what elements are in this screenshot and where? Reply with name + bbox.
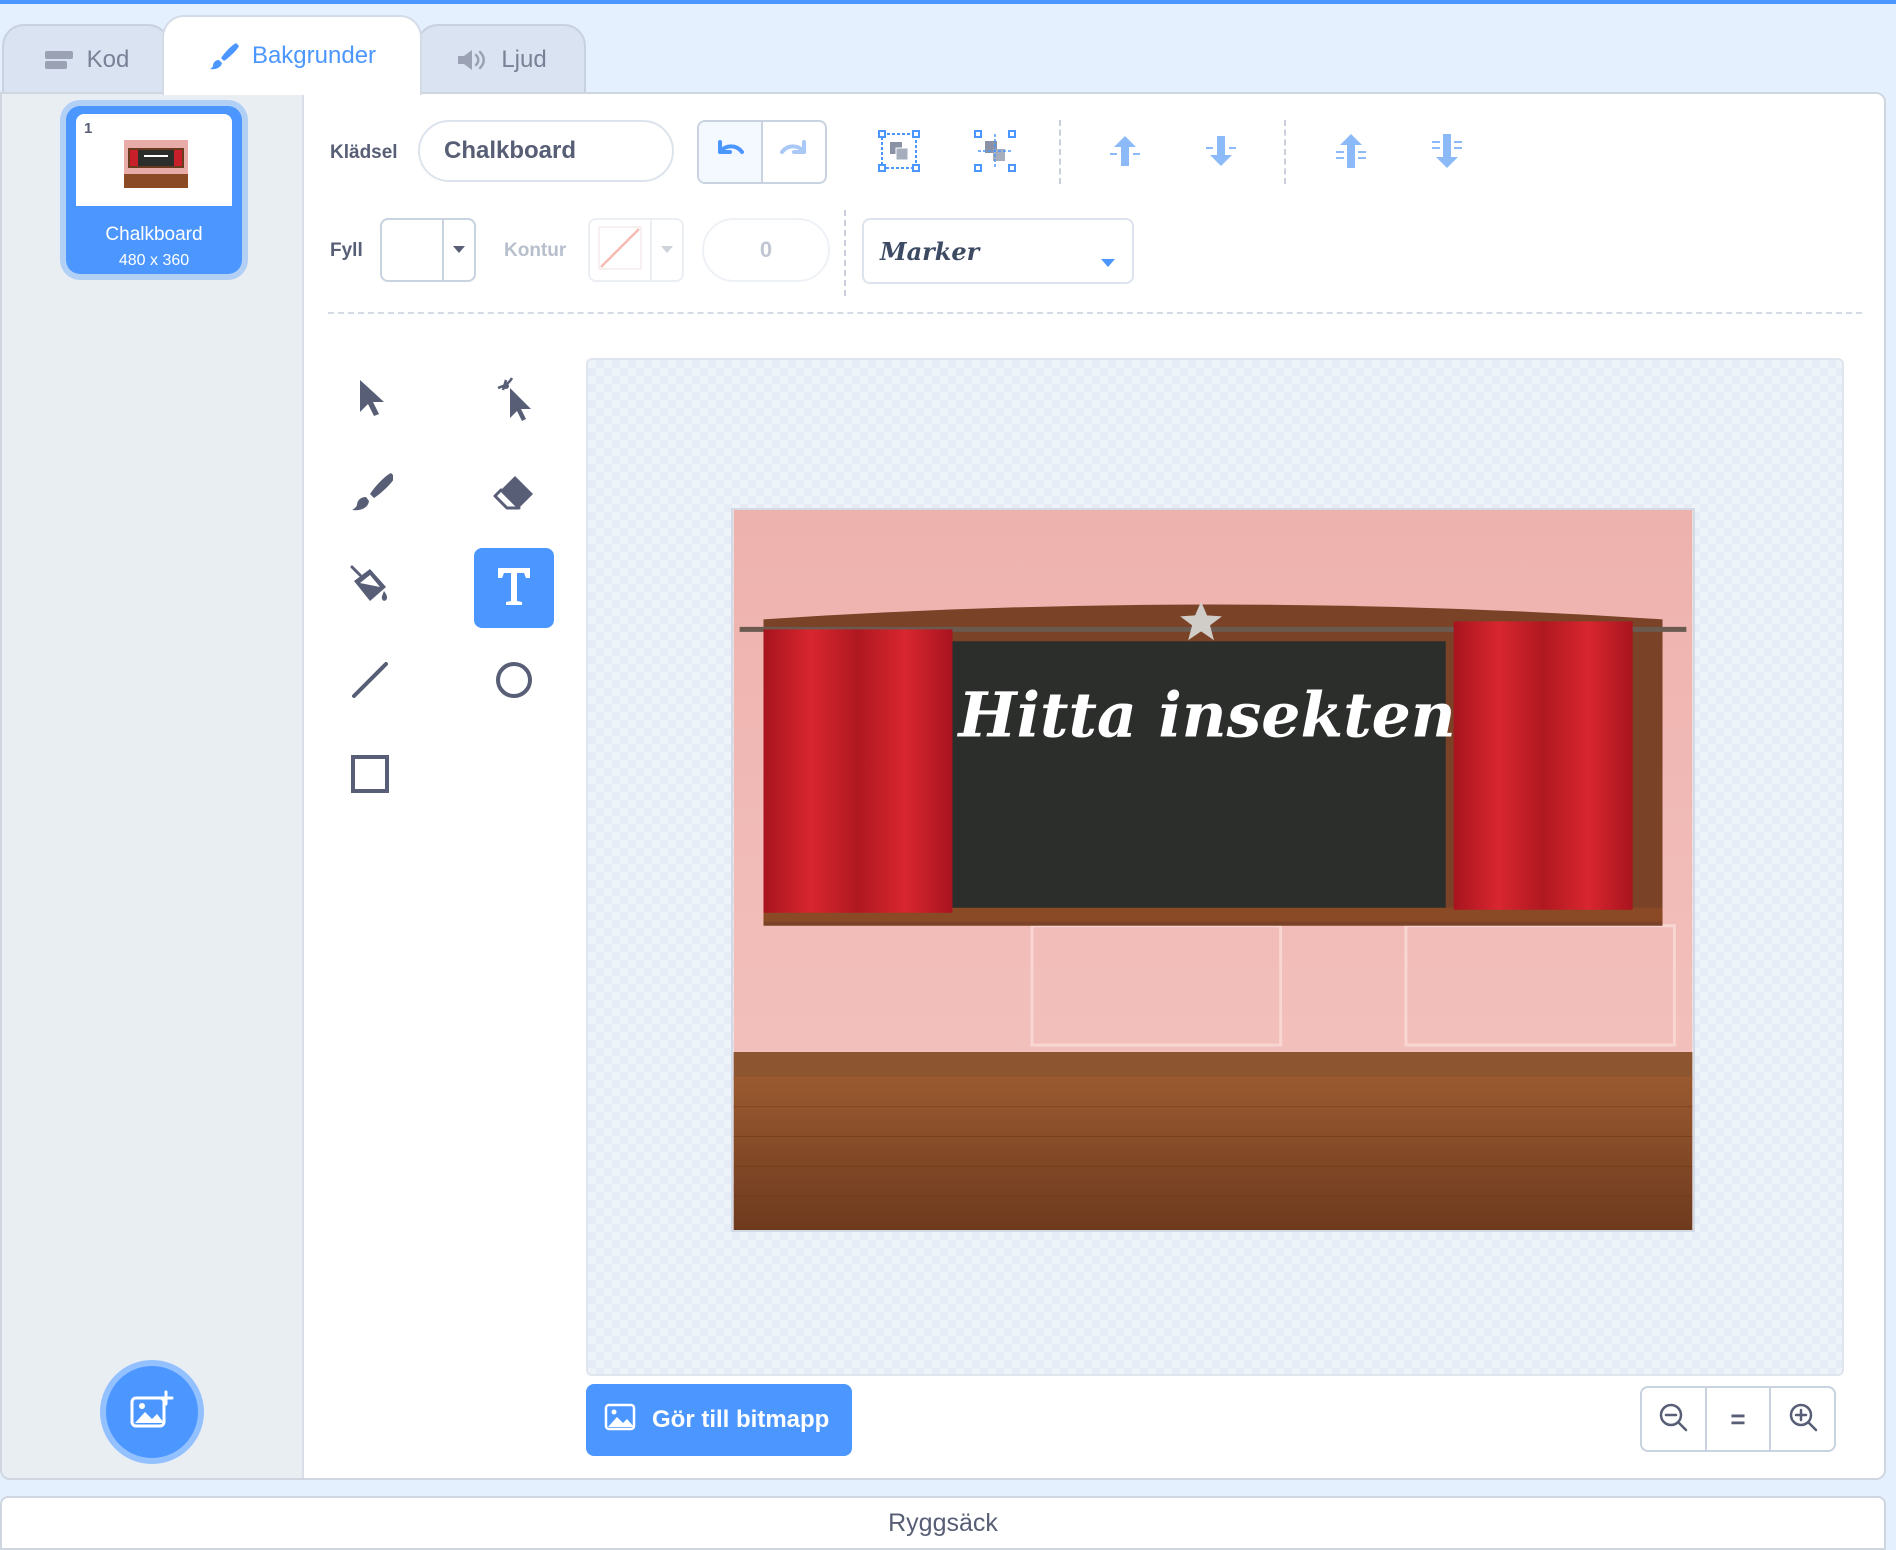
font-select[interactable]: Marker (862, 218, 1134, 284)
line-icon (348, 658, 392, 707)
costume-name-input[interactable]: Chalkboard (418, 120, 674, 182)
ungroup-icon (974, 129, 1016, 177)
top-accent-bar (0, 0, 1896, 4)
tab-sounds-label: Ljud (501, 46, 547, 73)
toolbar-divider (328, 312, 1862, 314)
tab-backdrops-label: Bakgrunder (251, 42, 377, 69)
backward-icon (1200, 130, 1242, 177)
redo-icon (778, 138, 810, 167)
fill-color-picker[interactable] (380, 218, 476, 282)
brush-tool[interactable] (330, 454, 410, 534)
reshape-tool[interactable] (474, 360, 554, 440)
fill-bucket-icon (346, 563, 394, 614)
convert-to-bitmap-button[interactable]: Gör till bitmapp (586, 1384, 852, 1456)
front-icon (1330, 130, 1372, 177)
undo-redo-group (697, 120, 827, 184)
fill-dropdown[interactable] (442, 220, 474, 280)
group-button[interactable] (874, 128, 924, 178)
rectangle-icon (348, 752, 392, 801)
speaker-icon (455, 47, 489, 73)
fill-tool[interactable] (330, 548, 410, 628)
front-button[interactable] (1326, 128, 1376, 178)
paint-canvas[interactable]: Hitta insekten (586, 358, 1844, 1376)
tab-code[interactable]: Kod (2, 24, 170, 94)
font-select-value: Marker (880, 236, 980, 266)
forward-button[interactable] (1100, 128, 1150, 178)
zoom-reset-label: = (1730, 1403, 1746, 1434)
text-icon (494, 564, 534, 613)
image-icon (604, 1403, 636, 1438)
eraser-tool[interactable] (474, 454, 554, 534)
backdrop-name: Chalkboard (105, 224, 203, 245)
tab-sounds[interactable]: Ljud (416, 24, 586, 94)
fill-label: Fyll (330, 240, 363, 261)
select-icon (350, 376, 390, 425)
zoom-in-button[interactable] (1771, 1388, 1834, 1450)
backdrop-item[interactable]: 1 Chalkboard 480 x 360 (66, 106, 242, 274)
zoom-out-icon (1658, 1402, 1688, 1437)
zoom-controls: = (1640, 1386, 1836, 1452)
fill-color-swatch (382, 220, 442, 280)
tab-backdrops[interactable]: Bakgrunder (162, 15, 422, 95)
outline-width-input[interactable]: 0 (702, 218, 830, 282)
editor-frame: 1 Chalkboard 480 x 360 Klädsel Chalkboar… (0, 92, 1886, 1480)
toolbar-separator-2 (1284, 120, 1286, 184)
backdrop-selector: 1 Chalkboard 480 x 360 (2, 94, 304, 1478)
back-icon (1426, 130, 1468, 177)
back-button[interactable] (1422, 128, 1472, 178)
caret-down-icon (452, 241, 466, 259)
convert-to-bitmap-label: Gör till bitmapp (652, 1406, 830, 1433)
rectangle-tool[interactable] (330, 736, 410, 816)
tab-code-label: Kod (86, 46, 130, 73)
caret-down-icon (1100, 246, 1116, 275)
brush-icon (347, 470, 395, 519)
group-icon (878, 129, 920, 177)
forward-icon (1104, 130, 1146, 177)
toolbar-separator (1059, 120, 1061, 184)
paint-editor: Klädsel Chalkboard Fyll Kontur 0 Marker … (304, 94, 1884, 1478)
canvas-heading-text: Hitta insekten (956, 679, 1455, 752)
backdrop-thumbnail-image (124, 140, 188, 188)
backdrop-size: 480 x 360 (118, 252, 190, 269)
zoom-out-button[interactable] (1642, 1388, 1707, 1450)
paintbrush-icon (208, 40, 240, 72)
backdrop-image: Hitta insekten (731, 508, 1695, 1232)
add-backdrop-button[interactable] (100, 1360, 204, 1464)
undo-button[interactable] (699, 122, 763, 182)
line-tool[interactable] (330, 642, 410, 722)
no-color-icon (597, 225, 643, 276)
toolbar-separator-3 (844, 210, 846, 296)
select-tool[interactable] (330, 360, 410, 440)
text-tool[interactable] (474, 548, 554, 628)
outline-label: Kontur (504, 240, 567, 261)
zoom-reset-button[interactable]: = (1707, 1388, 1772, 1450)
caret-down-icon (660, 241, 674, 259)
outline-dropdown[interactable] (650, 220, 682, 280)
backdrop-number: 1 (84, 120, 93, 137)
code-icon (43, 48, 75, 72)
redo-button[interactable] (763, 122, 825, 182)
costume-name-label: Klädsel (330, 142, 398, 163)
ungroup-button[interactable] (970, 128, 1020, 178)
outline-color-picker[interactable] (588, 218, 684, 282)
reshape-icon (492, 374, 536, 427)
backdrop-thumbnail: 1 (76, 114, 232, 206)
backpack-label: Ryggsäck (888, 1508, 998, 1537)
circle-tool[interactable] (474, 642, 554, 722)
zoom-in-icon (1788, 1402, 1818, 1437)
undo-icon (714, 138, 746, 167)
backpack-bar[interactable]: Ryggsäck (0, 1496, 1886, 1550)
backward-button[interactable] (1196, 128, 1246, 178)
add-backdrop-icon (130, 1390, 174, 1435)
outline-color-swatch (590, 220, 650, 280)
eraser-icon (491, 470, 537, 519)
circle-icon (492, 658, 536, 707)
